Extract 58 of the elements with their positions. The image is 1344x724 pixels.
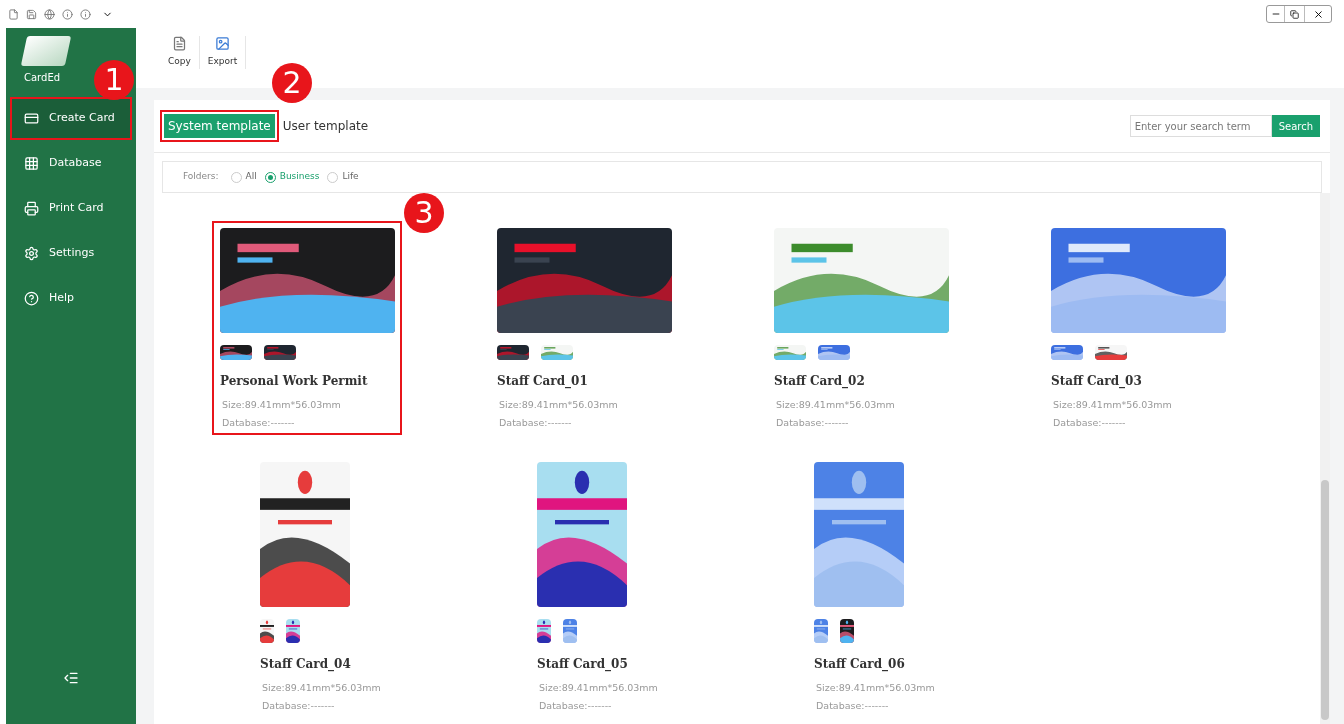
app-logo — [20, 36, 72, 66]
template-database: Database:------- — [816, 698, 890, 713]
template-name: Staff Card_01 — [497, 373, 589, 390]
folder-radio[interactable]: All — [230, 170, 257, 184]
app-name: CardEd — [24, 71, 61, 85]
image-icon — [215, 36, 231, 51]
info-icon[interactable] — [80, 8, 91, 20]
document-icon — [171, 36, 187, 51]
info-icon[interactable] — [62, 8, 73, 20]
template-card[interactable]: Staff Card_01 Size:89.41mm*56.03mm Database:------- — [489, 221, 679, 435]
template-size: Size:89.41mm*56.03mm — [816, 680, 936, 695]
template-card[interactable]: Staff Card_03 Size:89.41mm*56.03mm Database:------- — [1043, 221, 1233, 435]
template-size: Size:89.41mm*56.03mm — [262, 680, 382, 695]
template-database: Database:------- — [262, 698, 336, 713]
template-name: Personal Work Permit — [220, 373, 369, 390]
card-icon — [24, 111, 39, 126]
template-database: Database:------- — [222, 416, 296, 431]
template-name: Staff Card_02 — [774, 373, 866, 390]
sidebar-item[interactable]: Settings — [10, 232, 132, 275]
template-name: Staff Card_04 — [260, 655, 352, 673]
save-icon[interactable] — [26, 8, 37, 20]
template-size: Size:89.41mm*56.03mm — [1053, 398, 1173, 412]
settings-icon — [24, 246, 39, 261]
template-size: Size:89.41mm*56.03mm — [499, 398, 619, 412]
template-card[interactable]: Staff Card_04 Size:89.41mm*56.03mm Database:------- — [252, 454, 442, 717]
folder-radio[interactable]: Business — [264, 170, 320, 184]
file-icon[interactable] — [8, 8, 19, 20]
sidebar-item[interactable]: Create Card — [10, 97, 132, 140]
close-icon — [1312, 8, 1324, 20]
template-card[interactable]: Staff Card_05 Size:89.41mm*56.03mm Database:------- — [529, 454, 719, 717]
template-size: Size:89.41mm*56.03mm — [776, 398, 896, 412]
help-icon — [24, 291, 39, 306]
folders-label: Folders: — [183, 170, 219, 184]
printer-icon — [24, 201, 39, 216]
toolbar-button[interactable]: Copy — [160, 36, 200, 69]
template-database: Database:------- — [539, 698, 613, 713]
template-size: Size:89.41mm*56.03mm — [539, 680, 659, 695]
sidebar-item[interactable]: Help — [10, 277, 132, 320]
template-name: Staff Card_03 — [1051, 373, 1143, 390]
template-database: Database:------- — [1053, 416, 1127, 431]
sidebar-item[interactable]: Database — [10, 142, 132, 185]
template-name: Staff Card_05 — [537, 655, 629, 673]
restore-icon — [1290, 9, 1299, 19]
template-database: Database:------- — [776, 416, 850, 431]
template-size: Size:89.41mm*56.03mm — [222, 398, 342, 412]
template-card[interactable]: Staff Card_02 Size:89.41mm*56.03mm Database:------- — [766, 221, 956, 435]
template-card[interactable]: Staff Card_06 Size:89.41mm*56.03mm Database:------- — [806, 454, 996, 717]
collapse-menu-icon[interactable] — [63, 670, 79, 686]
search-field[interactable]: Enter your search term — [1129, 115, 1272, 137]
toolbar-button[interactable]: Export — [199, 36, 247, 69]
folder-radio[interactable]: Life — [327, 170, 359, 184]
template-tab[interactable]: User template — [278, 114, 373, 138]
table-icon — [24, 156, 39, 171]
template-database: Database:------- — [499, 416, 573, 431]
globe-icon[interactable] — [44, 8, 55, 20]
template-name: Staff Card_06 — [814, 655, 906, 673]
sidebar-item[interactable]: Print Card — [10, 187, 132, 230]
template-card[interactable]: Personal Work Permit Size:89.41mm*56.03mm Database:------- — [212, 221, 402, 435]
